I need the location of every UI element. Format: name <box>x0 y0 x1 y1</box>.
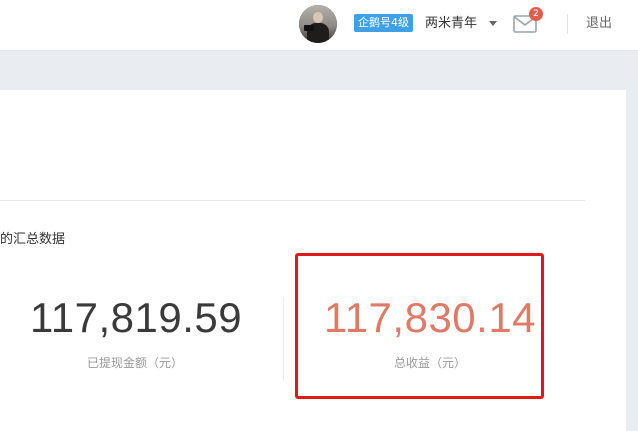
unread-messages-badge: 2 <box>529 7 543 21</box>
avatar-figure-head <box>313 12 323 23</box>
account-level-badge: 企鹅号4级 <box>354 14 413 32</box>
avatar-camera <box>304 25 314 31</box>
user-avatar[interactable] <box>299 5 337 43</box>
summary-section-title: 的汇总数据 <box>0 232 66 247</box>
header-divider <box>567 14 568 34</box>
total-earnings-stat: 117,830.14 总收益（元） <box>320 290 540 372</box>
withdrawn-amount-stat: 117,819.59 已提现金额（元） <box>30 290 243 372</box>
total-earnings-label: 总收益（元） <box>393 356 466 370</box>
page: 企鹅号4级 两米青年 2 退出 的汇总数据 117,819.59 已提现金额（元… <box>0 0 638 431</box>
logout-link[interactable]: 退出 <box>586 14 612 34</box>
withdrawn-amount-label: 已提现金额（元） <box>86 356 183 370</box>
withdrawn-amount-value: 117,819.59 <box>30 294 243 341</box>
total-earnings-value: 117,830.14 <box>323 294 537 341</box>
main-panel <box>0 90 626 431</box>
section-divider <box>0 200 585 201</box>
stat-divider <box>283 297 284 381</box>
caret-down-icon[interactable] <box>489 21 497 26</box>
username-dropdown[interactable]: 两米青年 <box>425 14 477 34</box>
top-navigation-bar: 企鹅号4级 两米青年 2 退出 <box>0 0 638 51</box>
